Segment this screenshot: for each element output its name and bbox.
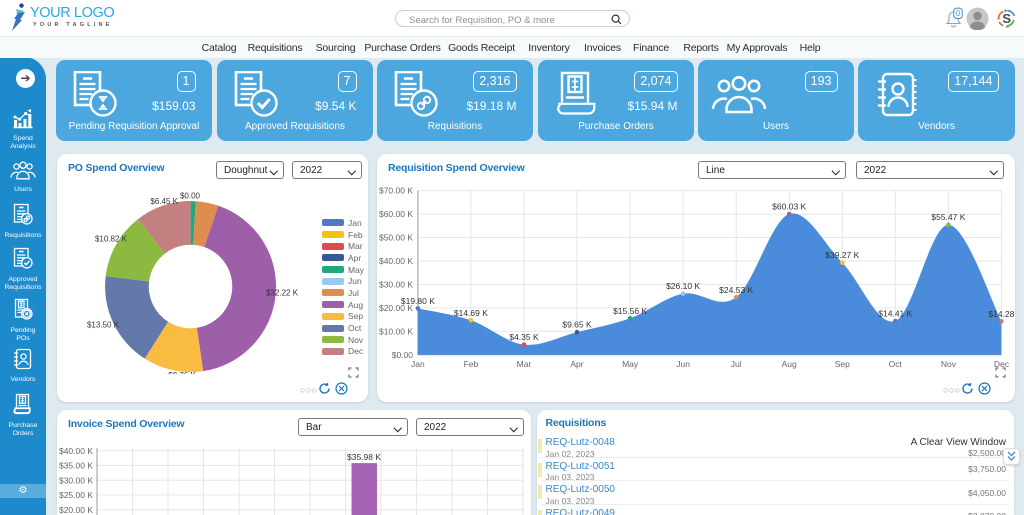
svg-text:$50.00 K: $50.00 K	[379, 233, 413, 243]
svg-text:$8.76 K: $8.76 K	[168, 371, 196, 374]
svg-text:$30.00 K: $30.00 K	[59, 475, 93, 485]
svg-text:Aug: Aug	[782, 359, 797, 369]
svg-text:$26.10 K: $26.10 K	[666, 281, 700, 291]
svg-text:Sep: Sep	[835, 359, 850, 369]
svg-text:$60.00 K: $60.00 K	[379, 209, 413, 219]
svg-text:$10.00 K: $10.00 K	[379, 326, 413, 336]
svg-text:Jan: Jan	[411, 359, 425, 369]
svg-text:Nov: Nov	[941, 359, 957, 369]
svg-text:$13.50 K: $13.50 K	[87, 321, 120, 330]
svg-text:Apr: Apr	[570, 359, 583, 369]
svg-text:$15.56 K: $15.56 K	[613, 306, 647, 316]
svg-text:Jun: Jun	[676, 359, 690, 369]
svg-text:$14.28: $14.28	[988, 309, 1014, 319]
svg-text:$40.00 K: $40.00 K	[59, 448, 93, 456]
svg-text:$4.35 K: $4.35 K	[509, 332, 539, 342]
svg-text:Jul: Jul	[731, 359, 742, 369]
svg-text:$25.00 K: $25.00 K	[59, 490, 93, 500]
svg-text:$19.80 K: $19.80 K	[401, 296, 435, 306]
svg-text:S: S	[1002, 11, 1011, 26]
svg-text:0: 0	[956, 9, 961, 18]
svg-text:$6.45 K: $6.45 K	[150, 197, 178, 206]
svg-text:$39.27 K: $39.27 K	[825, 250, 859, 260]
svg-text:$70.00 K: $70.00 K	[379, 186, 413, 196]
svg-text:May: May	[622, 359, 639, 369]
svg-text:$35.00 K: $35.00 K	[59, 461, 93, 471]
svg-text:$60.03 K: $60.03 K	[772, 202, 806, 212]
svg-text:$32.22 K: $32.22 K	[266, 289, 299, 298]
svg-text:$24.53 K: $24.53 K	[719, 285, 753, 295]
svg-text:$20.00 K: $20.00 K	[59, 505, 93, 515]
svg-text:$10.82 K: $10.82 K	[95, 235, 128, 244]
svg-text:$55.47 K: $55.47 K	[931, 212, 965, 222]
svg-text:$14.41 K: $14.41 K	[878, 309, 912, 319]
svg-text:$9.65 K: $9.65 K	[562, 320, 592, 330]
svg-text:$35.98 K: $35.98 K	[347, 452, 381, 462]
svg-text:$0.00: $0.00	[180, 192, 201, 201]
svg-text:$40.00 K: $40.00 K	[379, 256, 413, 266]
svg-text:Feb: Feb	[464, 359, 479, 369]
svg-text:Mar: Mar	[517, 359, 532, 369]
svg-text:$30.00 K: $30.00 K	[379, 279, 413, 289]
svg-text:$14.69 K: $14.69 K	[454, 308, 488, 318]
svg-text:Oct: Oct	[889, 359, 903, 369]
svg-text:$0.00: $0.00	[392, 350, 414, 360]
